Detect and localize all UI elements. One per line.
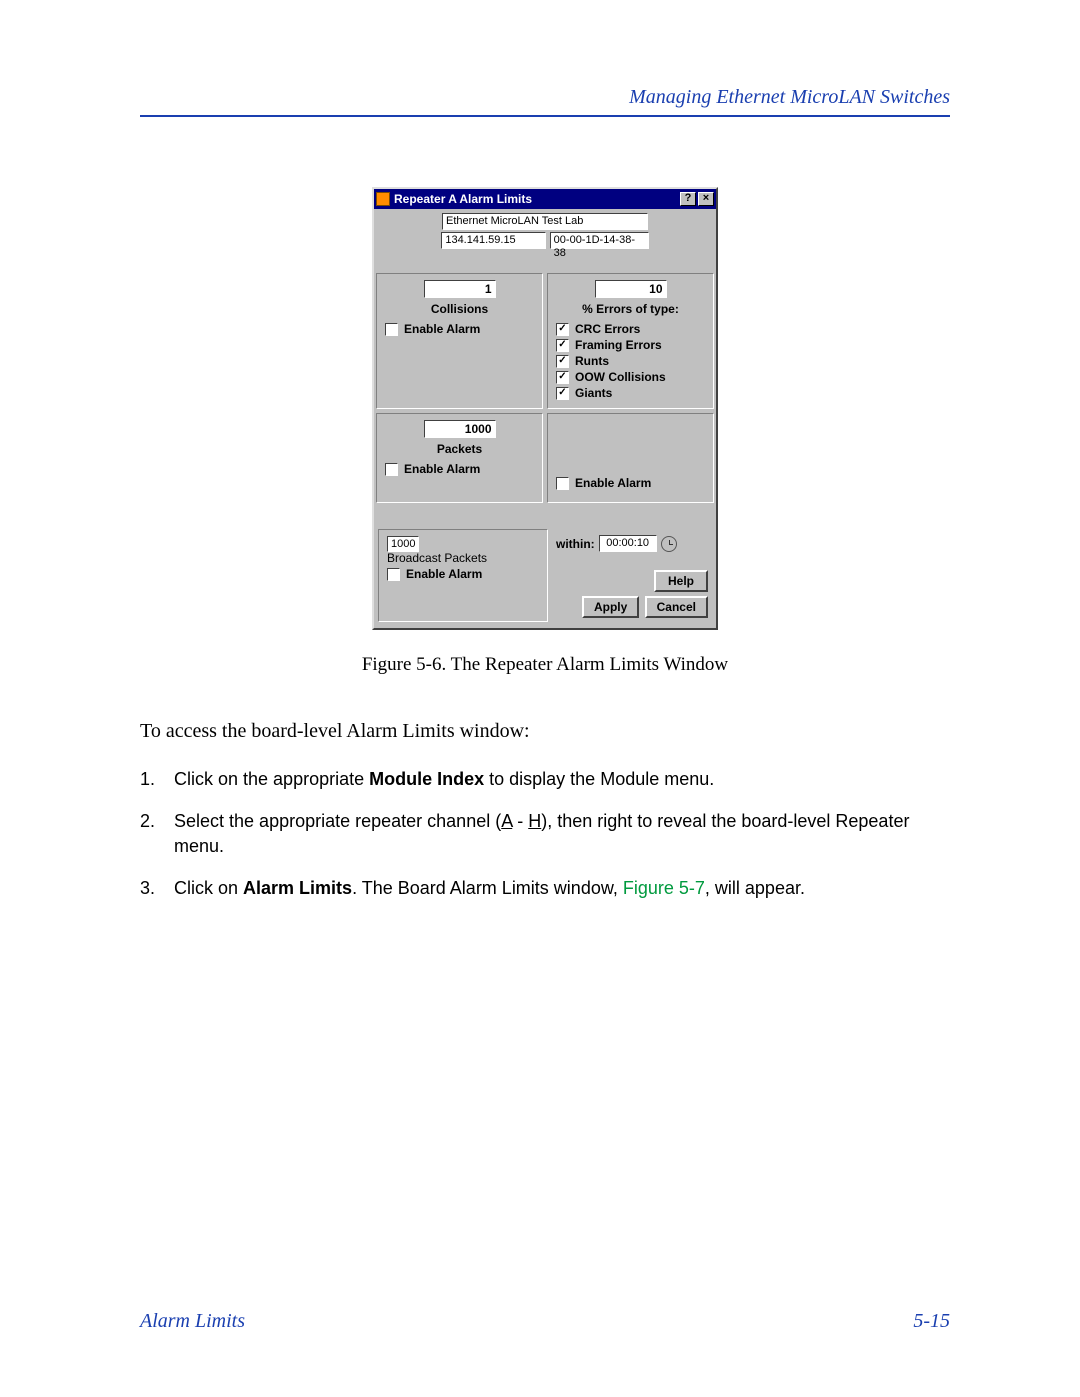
within-label: within: xyxy=(556,537,595,551)
step-number: 3. xyxy=(140,876,160,900)
checkbox-icon: ✓ xyxy=(556,387,569,400)
collisions-enable-checkbox[interactable]: Enable Alarm xyxy=(385,322,534,336)
packets-panel: 1000 Packets Enable Alarm xyxy=(376,413,543,503)
runts-checkbox[interactable]: ✓ Runts xyxy=(556,354,705,368)
collisions-input[interactable]: 1 xyxy=(424,280,496,298)
help-button[interactable]: Help xyxy=(654,570,708,592)
checkbox-icon xyxy=(385,323,398,336)
header-rule xyxy=(140,115,950,117)
step-bold: Module Index xyxy=(369,769,484,789)
checkbox-icon xyxy=(385,463,398,476)
collisions-label: Collisions xyxy=(385,302,534,316)
checkbox-label: CRC Errors xyxy=(575,322,640,336)
broadcast-input[interactable]: 1000 xyxy=(387,536,419,552)
packets-input[interactable]: 1000 xyxy=(424,420,496,438)
actions-panel: within: 00:00:10 Help Apply Cancel xyxy=(552,529,712,622)
device-addr-row: 134.141.59.15 00-00-1D-14-38-38 xyxy=(374,230,716,255)
checkbox-icon xyxy=(387,568,400,581)
figure-reference-link[interactable]: Figure 5-7 xyxy=(623,878,705,898)
errors-enable-checkbox[interactable]: Enable Alarm xyxy=(556,476,651,490)
checkbox-icon: ✓ xyxy=(556,355,569,368)
step-1: 1. Click on the appropriate Module Index… xyxy=(140,767,950,791)
checkbox-label: Runts xyxy=(575,354,609,368)
checkbox-label: Enable Alarm xyxy=(406,567,482,581)
mac-field[interactable]: 00-00-1D-14-38-38 xyxy=(550,232,649,249)
checkbox-label: OOW Collisions xyxy=(575,370,666,384)
checkbox-icon: ✓ xyxy=(556,339,569,352)
step-text: Click on xyxy=(174,878,243,898)
checkbox-label: Enable Alarm xyxy=(575,476,651,490)
checkbox-label: Giants xyxy=(575,386,612,400)
broadcast-label: Broadcast Packets xyxy=(387,551,539,565)
step-number: 2. xyxy=(140,809,160,858)
help-icon[interactable]: ? xyxy=(680,192,696,206)
checkbox-icon xyxy=(556,477,569,490)
checkbox-label: Enable Alarm xyxy=(404,322,480,336)
crc-errors-checkbox[interactable]: ✓ CRC Errors xyxy=(556,322,705,336)
step-text: Select the appropriate repeater channel … xyxy=(174,811,501,831)
step-text: , will appear. xyxy=(705,878,805,898)
checkbox-label: Framing Errors xyxy=(575,338,662,352)
within-input[interactable]: 00:00:10 xyxy=(599,535,657,552)
step-underline: H xyxy=(528,811,541,831)
page-header-section: Managing Ethernet MicroLAN Switches xyxy=(140,86,950,109)
step-text: Click on the appropriate xyxy=(174,769,369,789)
step-underline: A xyxy=(501,811,512,831)
step-bold: Alarm Limits xyxy=(243,878,352,898)
page-footer: Alarm Limits 5-15 xyxy=(140,1310,950,1333)
device-name-field[interactable]: Ethernet MicroLAN Test Lab xyxy=(442,213,648,230)
checkbox-icon: ✓ xyxy=(556,323,569,336)
figure-container: Repeater A Alarm Limits ? × Ethernet Mic… xyxy=(140,187,950,676)
step-text: to display the Module menu. xyxy=(484,769,714,789)
device-name-row: Ethernet MicroLAN Test Lab xyxy=(374,209,716,230)
steps-list: 1. Click on the appropriate Module Index… xyxy=(140,767,950,900)
dialog-titlebar[interactable]: Repeater A Alarm Limits ? × xyxy=(374,189,716,209)
alarm-limits-dialog: Repeater A Alarm Limits ? × Ethernet Mic… xyxy=(372,187,718,630)
close-icon[interactable]: × xyxy=(698,192,714,206)
apply-button[interactable]: Apply xyxy=(582,596,639,618)
step-3: 3. Click on Alarm Limits. The Board Alar… xyxy=(140,876,950,900)
app-icon xyxy=(376,192,390,206)
step-text: . The Board Alarm Limits window, xyxy=(352,878,623,898)
packets-label: Packets xyxy=(385,442,534,456)
footer-page-number: 5-15 xyxy=(913,1310,950,1333)
clock-icon[interactable] xyxy=(661,536,677,552)
intro-text: To access the board-level Alarm Limits w… xyxy=(140,718,950,745)
broadcast-enable-checkbox[interactable]: Enable Alarm xyxy=(387,567,539,581)
errors-input[interactable]: 10 xyxy=(595,280,667,298)
figure-caption: Figure 5-6. The Repeater Alarm Limits Wi… xyxy=(140,654,950,676)
errors-label: % Errors of type: xyxy=(556,302,705,316)
step-number: 1. xyxy=(140,767,160,791)
footer-section: Alarm Limits xyxy=(140,1310,245,1333)
framing-errors-checkbox[interactable]: ✓ Framing Errors xyxy=(556,338,705,352)
checkbox-icon: ✓ xyxy=(556,371,569,384)
collisions-panel: 1 Collisions Enable Alarm xyxy=(376,273,543,409)
step-text: - xyxy=(512,811,528,831)
giants-checkbox[interactable]: ✓ Giants xyxy=(556,386,705,400)
checkbox-label: Enable Alarm xyxy=(404,462,480,476)
broadcast-panel: 1000 Broadcast Packets Enable Alarm xyxy=(378,529,548,622)
errors-enable-panel: Enable Alarm xyxy=(547,413,714,503)
ip-field[interactable]: 134.141.59.15 xyxy=(441,232,546,249)
packets-enable-checkbox[interactable]: Enable Alarm xyxy=(385,462,534,476)
errors-panel: 10 % Errors of type: ✓ CRC Errors ✓ Fram… xyxy=(547,273,714,409)
oow-collisions-checkbox[interactable]: ✓ OOW Collisions xyxy=(556,370,705,384)
dialog-title: Repeater A Alarm Limits xyxy=(394,192,532,206)
cancel-button[interactable]: Cancel xyxy=(645,596,708,618)
step-2: 2. Select the appropriate repeater chann… xyxy=(140,809,950,858)
